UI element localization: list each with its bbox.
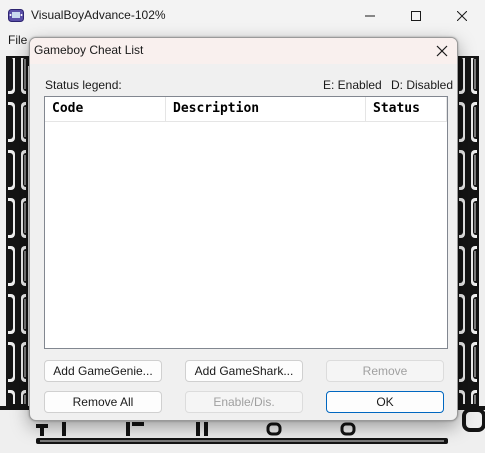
- window-title: VisualBoyAdvance-102%: [31, 8, 166, 22]
- add-gameshark-button[interactable]: Add GameShark...: [185, 360, 303, 382]
- dialog-titlebar[interactable]: Gameboy Cheat List: [30, 38, 457, 64]
- cheat-list-dialog: Gameboy Cheat List Status legend: E: Ena…: [29, 37, 458, 421]
- remove-all-button[interactable]: Remove All: [44, 391, 162, 413]
- dialog-title: Gameboy Cheat List: [34, 43, 144, 57]
- column-header-code[interactable]: Code: [45, 97, 166, 121]
- main-titlebar[interactable]: VisualBoyAdvance-102%: [0, 0, 485, 31]
- legend-disabled: D: Disabled: [391, 78, 454, 92]
- remove-button[interactable]: Remove: [326, 360, 444, 382]
- ok-button[interactable]: OK: [326, 391, 444, 413]
- minimize-button[interactable]: [347, 0, 393, 31]
- close-window-button[interactable]: [439, 0, 485, 31]
- close-icon: [436, 45, 448, 57]
- gameboy-advance-app-icon: [8, 9, 24, 22]
- cheat-list-view[interactable]: Code Description Status: [44, 96, 448, 349]
- column-header-status[interactable]: Status: [366, 97, 447, 121]
- column-header-description[interactable]: Description: [166, 97, 366, 121]
- enable-disable-button[interactable]: Enable/Dis.: [185, 391, 303, 413]
- minimize-icon: [365, 15, 375, 16]
- menu-file[interactable]: File: [8, 33, 27, 47]
- dialog-close-button[interactable]: [434, 43, 450, 59]
- close-icon: [457, 10, 467, 21]
- add-gamegenie-button[interactable]: Add GameGenie...: [44, 360, 162, 382]
- legend-enabled: E: Enabled: [323, 78, 382, 92]
- maximize-icon: [411, 10, 421, 21]
- maximize-button[interactable]: [393, 0, 439, 31]
- status-legend-label: Status legend:: [45, 78, 122, 92]
- list-header: Code Description Status: [45, 97, 447, 122]
